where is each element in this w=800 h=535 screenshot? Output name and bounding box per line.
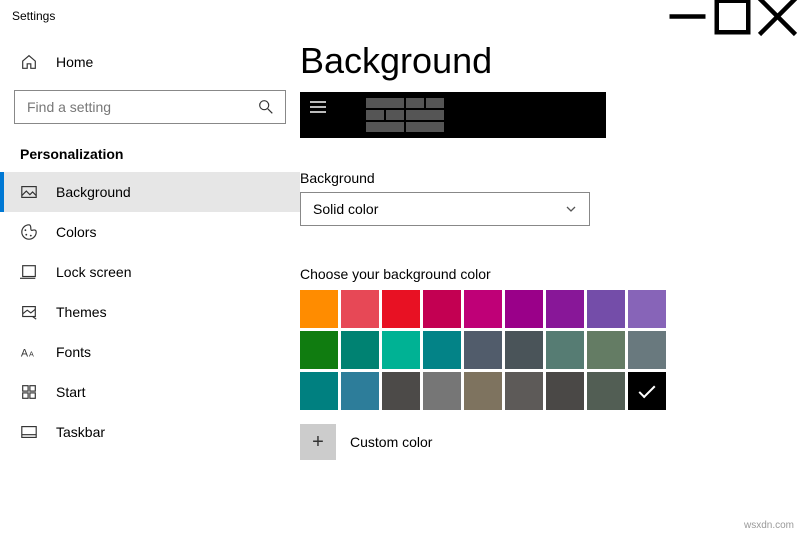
color-swatch[interactable] [587, 290, 625, 328]
color-swatch[interactable] [628, 331, 666, 369]
chevron-down-icon [565, 203, 577, 215]
color-swatch[interactable] [628, 290, 666, 328]
sidebar-section-heading: Personalization [0, 132, 300, 172]
search-icon [257, 98, 275, 116]
window-title: Settings [12, 9, 55, 23]
color-swatch[interactable] [628, 372, 666, 410]
color-swatch[interactable] [341, 372, 379, 410]
color-swatch[interactable] [382, 331, 420, 369]
color-swatch[interactable] [464, 290, 502, 328]
color-swatch[interactable] [505, 290, 543, 328]
start-icon [20, 383, 38, 401]
color-swatch[interactable] [341, 290, 379, 328]
sidebar-item-lock-screen[interactable]: Lock screen [0, 252, 300, 292]
background-dropdown[interactable]: Solid color [300, 192, 590, 226]
custom-color-button[interactable]: + [300, 424, 336, 460]
color-swatch[interactable] [546, 372, 584, 410]
color-swatch[interactable] [505, 372, 543, 410]
main-panel: Background Background Solid color Choose… [300, 32, 800, 535]
color-swatch[interactable] [423, 372, 461, 410]
preview-tiles [366, 98, 444, 132]
color-swatch-grid [300, 290, 770, 410]
sidebar-item-themes[interactable]: Themes [0, 292, 300, 332]
sidebar-item-fonts[interactable]: AA Fonts [0, 332, 300, 372]
color-swatch[interactable] [300, 372, 338, 410]
close-button[interactable] [755, 0, 800, 32]
sidebar-item-label: Taskbar [56, 424, 105, 440]
lock-screen-icon [20, 263, 38, 281]
sidebar-item-taskbar[interactable]: Taskbar [0, 412, 300, 452]
picture-icon [20, 183, 38, 201]
color-swatch[interactable] [587, 372, 625, 410]
sidebar-item-label: Background [56, 184, 131, 200]
checkmark-icon [639, 381, 656, 398]
color-swatch[interactable] [587, 331, 625, 369]
choose-color-label: Choose your background color [300, 266, 770, 282]
themes-icon [20, 303, 38, 321]
color-swatch[interactable] [300, 290, 338, 328]
color-swatch[interactable] [382, 372, 420, 410]
window-controls [665, 0, 800, 32]
color-swatch[interactable] [341, 331, 379, 369]
color-swatch[interactable] [423, 290, 461, 328]
sidebar-item-start[interactable]: Start [0, 372, 300, 412]
background-dropdown-value: Solid color [313, 201, 378, 217]
preview-menu-icon [310, 98, 326, 116]
sidebar-item-label: Colors [56, 224, 96, 240]
color-swatch[interactable] [546, 331, 584, 369]
maximize-button[interactable] [710, 0, 755, 32]
sidebar: Home Personalization Background Colors [0, 32, 300, 535]
color-swatch[interactable] [423, 331, 461, 369]
color-swatch[interactable] [464, 372, 502, 410]
color-swatch[interactable] [546, 290, 584, 328]
page-title: Background [300, 40, 770, 82]
svg-text:A: A [29, 350, 34, 359]
taskbar-icon [20, 423, 38, 441]
custom-color-label: Custom color [350, 434, 432, 450]
sidebar-item-label: Fonts [56, 344, 91, 360]
color-swatch[interactable] [382, 290, 420, 328]
sidebar-home-label: Home [56, 54, 93, 70]
color-swatch[interactable] [464, 331, 502, 369]
plus-icon: + [312, 431, 324, 454]
minimize-button[interactable] [665, 0, 710, 32]
fonts-icon: AA [20, 343, 38, 361]
watermark: wsxdn.com [744, 520, 794, 531]
home-icon [20, 53, 38, 71]
search-input[interactable] [14, 90, 286, 124]
sidebar-item-label: Start [56, 384, 86, 400]
svg-text:A: A [21, 348, 29, 360]
search-field[interactable] [25, 98, 257, 116]
background-dropdown-label: Background [300, 170, 770, 186]
sidebar-item-label: Lock screen [56, 264, 131, 280]
sidebar-item-label: Themes [56, 304, 107, 320]
color-swatch[interactable] [505, 331, 543, 369]
color-swatch[interactable] [300, 331, 338, 369]
sidebar-home[interactable]: Home [0, 42, 300, 82]
sidebar-item-background[interactable]: Background [0, 172, 300, 212]
palette-icon [20, 223, 38, 241]
background-preview [300, 92, 606, 138]
sidebar-item-colors[interactable]: Colors [0, 212, 300, 252]
